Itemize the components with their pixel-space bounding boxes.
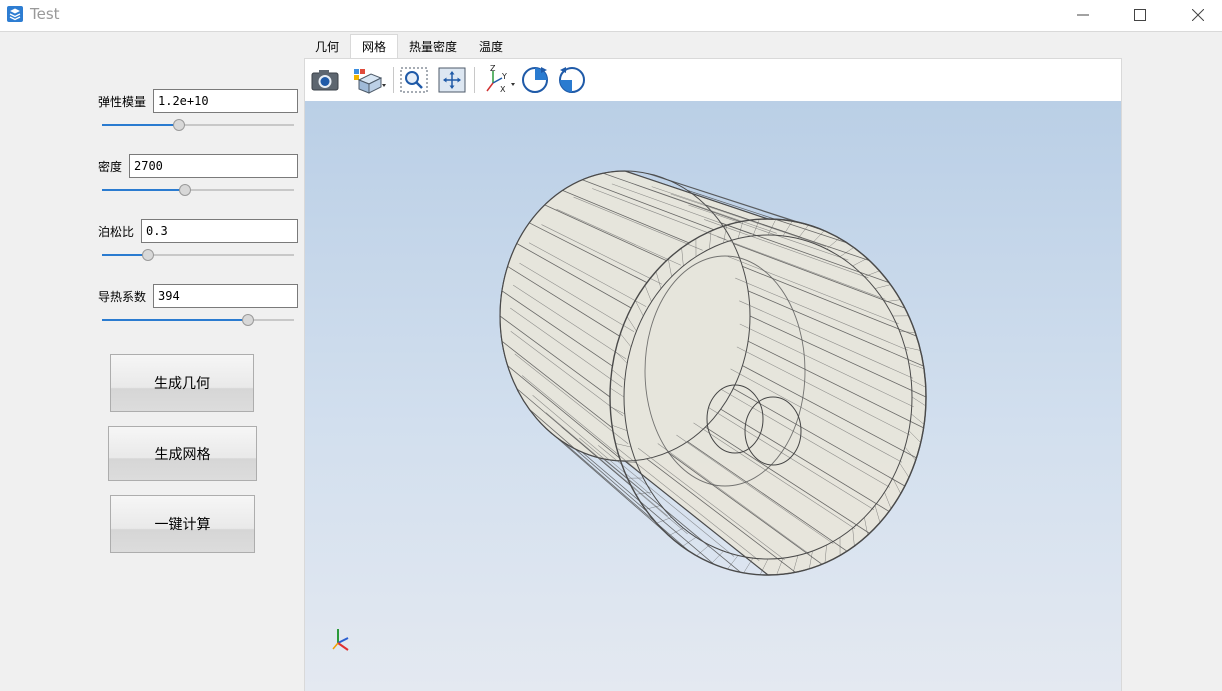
slider-handle[interactable] (173, 119, 185, 131)
maximize-button[interactable] (1112, 0, 1168, 30)
elastic-modulus-slider[interactable] (102, 119, 294, 131)
rotate-ccw-button[interactable] (556, 65, 588, 95)
slider-fill (102, 319, 248, 321)
rotate-cw-button[interactable] (519, 65, 551, 95)
view-cube-button[interactable] (350, 65, 388, 95)
minimize-button[interactable] (1055, 0, 1111, 30)
axes-icon: Z Y X (486, 65, 515, 94)
toolbar-separator (393, 67, 394, 93)
tab-geometry[interactable]: 几何 (304, 34, 350, 58)
thermal-conductivity-input[interactable]: 394 (153, 284, 298, 308)
screenshot-button[interactable] (309, 65, 341, 95)
zoom-box-icon (400, 67, 428, 93)
fit-all-icon (438, 67, 466, 93)
slider-handle[interactable] (179, 184, 191, 196)
zoom-box-button[interactable] (398, 65, 430, 95)
camera-icon (311, 70, 339, 91)
toolbar-separator (474, 67, 475, 93)
app-icon (7, 6, 23, 22)
generate-mesh-button[interactable]: 生成网格 (108, 426, 257, 481)
tab-mesh[interactable]: 网格 (350, 34, 399, 58)
poisson-ratio-input[interactable]: 0.3 (141, 219, 298, 243)
poisson-ratio-slider[interactable] (102, 249, 294, 261)
window-title: Test (30, 5, 60, 23)
elastic-modulus-input[interactable]: 1.2e+10 (153, 89, 298, 113)
close-button[interactable] (1170, 0, 1222, 30)
rotate-cw-icon (522, 67, 548, 93)
slider-fill (102, 189, 185, 191)
tab-heat-density[interactable]: 热量密度 (398, 34, 468, 58)
view-cube-icon (354, 69, 386, 94)
minimize-icon (1077, 14, 1089, 16)
generate-geometry-button[interactable]: 生成几何 (110, 354, 254, 412)
tab-temperature[interactable]: 温度 (468, 34, 514, 58)
poisson-ratio-label: 泊松比 (98, 225, 135, 239)
maximize-icon (1134, 9, 1146, 21)
window-background-right (1122, 32, 1222, 691)
mesh-model (499, 170, 927, 576)
close-icon (1192, 9, 1204, 21)
viewer-toolbar: Z Y X (305, 59, 1121, 101)
axis-y-letter: Y (501, 72, 507, 81)
rotate-ccw-icon (559, 67, 585, 93)
density-input[interactable]: 2700 (129, 154, 298, 178)
axes-button[interactable]: Z Y X (480, 65, 518, 95)
fit-all-button[interactable] (436, 65, 468, 95)
density-slider[interactable] (102, 184, 294, 196)
thermal-conductivity-slider[interactable] (102, 314, 294, 326)
orientation-axes-icon (332, 629, 349, 651)
slider-handle[interactable] (142, 249, 154, 261)
slider-fill (102, 124, 179, 126)
density-label: 密度 (98, 160, 123, 174)
title-bar: Test (0, 0, 1222, 32)
compute-button[interactable]: 一键计算 (110, 495, 255, 553)
axis-x-letter: X (500, 85, 506, 94)
axis-z-letter: Z (490, 65, 496, 73)
slider-handle[interactable] (242, 314, 254, 326)
elastic-modulus-label: 弹性模量 (98, 95, 147, 109)
mesh-viewport[interactable] (305, 101, 1121, 691)
tab-bar: 几何 网格 热量密度 温度 (304, 34, 514, 58)
thermal-conductivity-label: 导热系数 (98, 290, 147, 304)
